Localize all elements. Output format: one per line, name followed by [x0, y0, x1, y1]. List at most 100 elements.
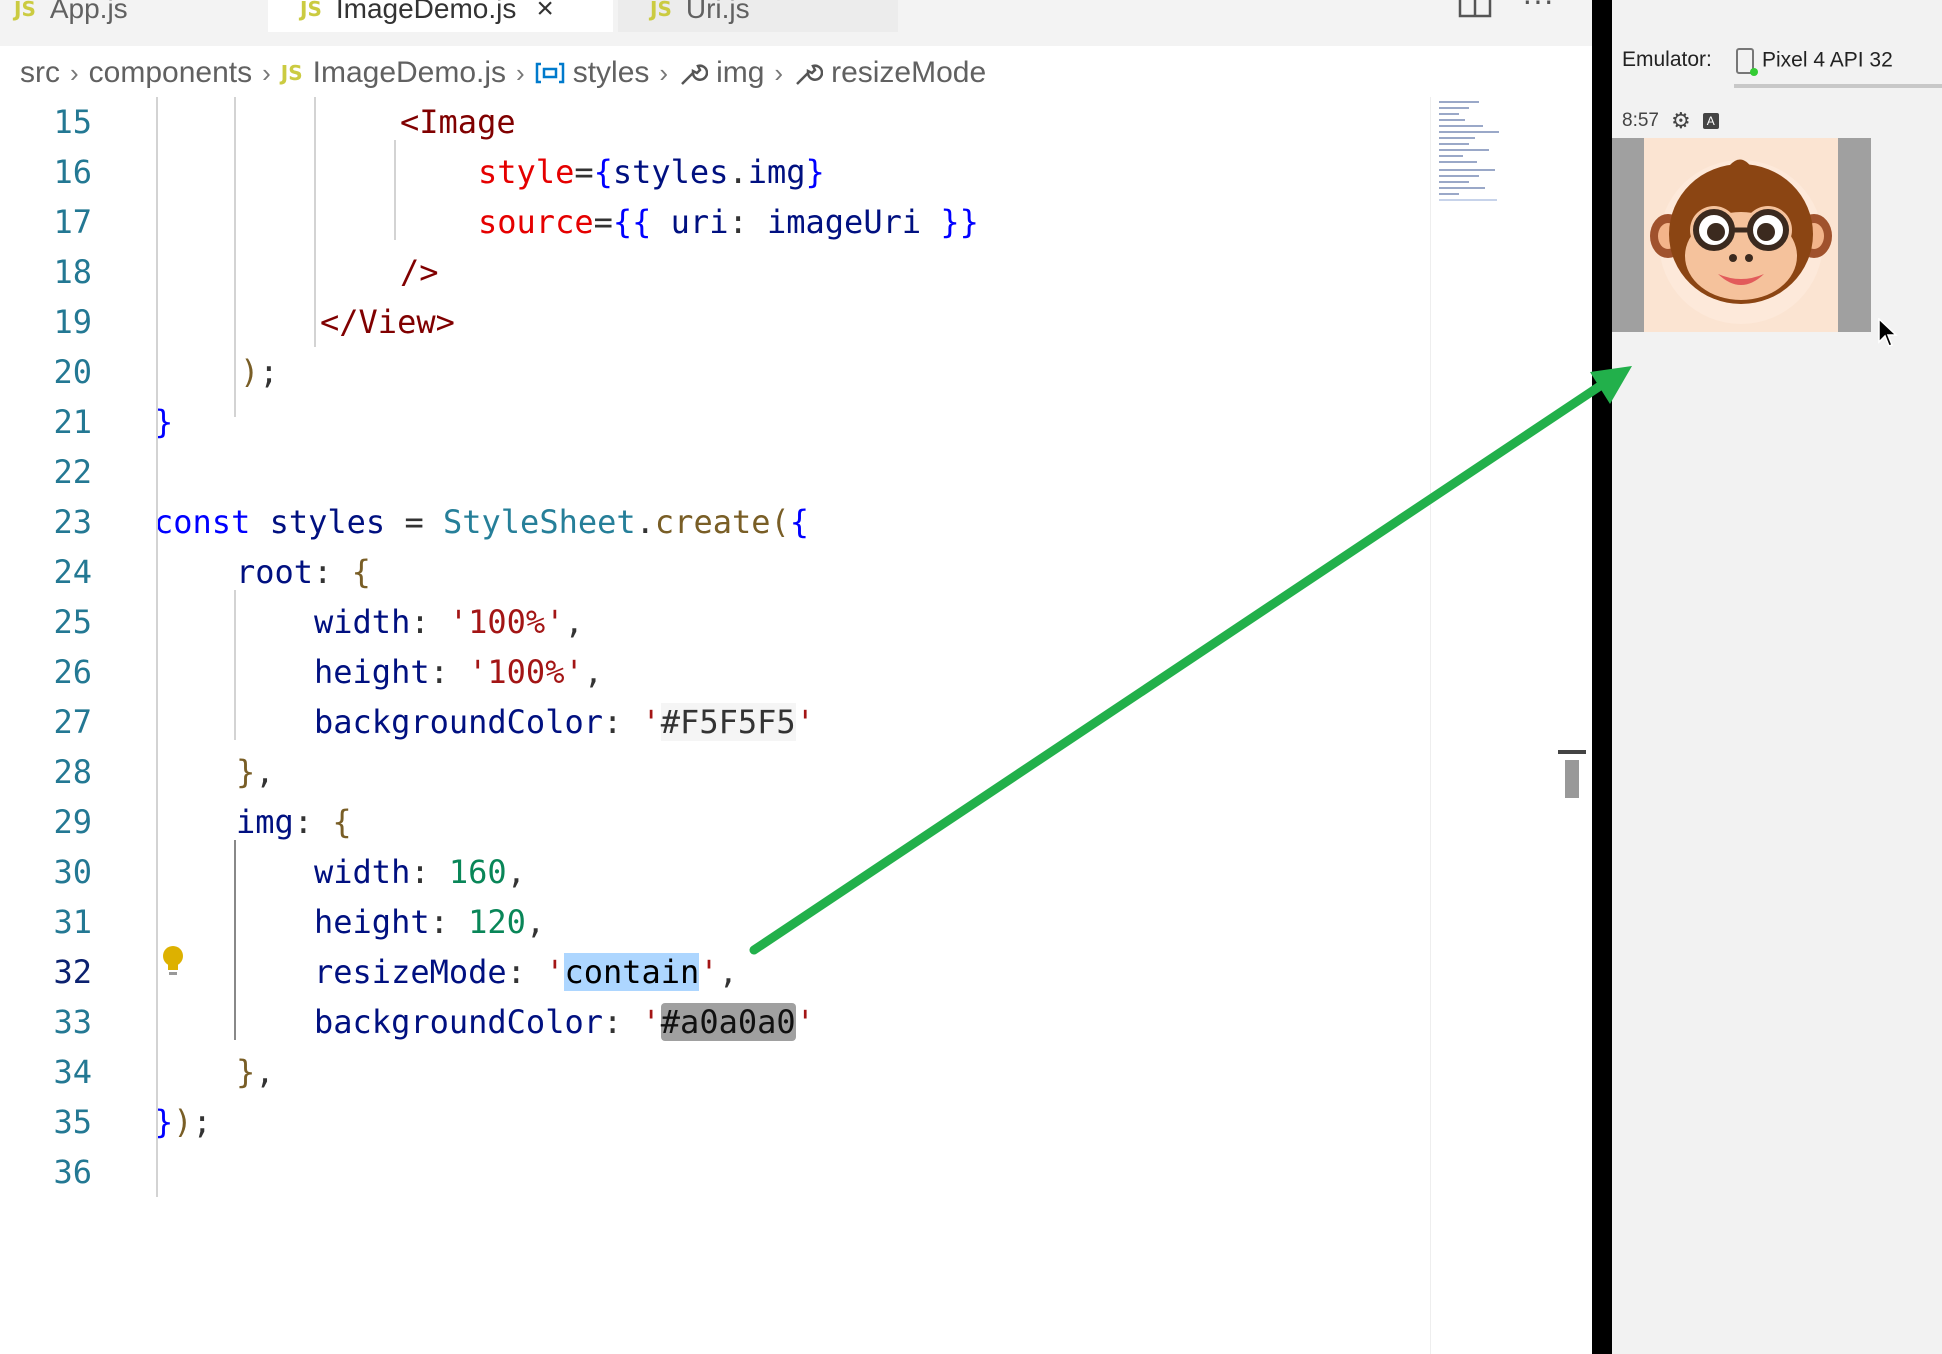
code-line[interactable]: 27 backgroundColor: '#F5F5F5' [0, 697, 1430, 747]
code-text: const styles = StyleSheet.create({ [154, 497, 809, 547]
minimap[interactable] [1430, 97, 1559, 1354]
code-line[interactable]: 36 [0, 1147, 1430, 1197]
indent-guide [156, 97, 158, 1197]
code-token: '100%' [448, 603, 565, 641]
code-token: { [593, 153, 613, 191]
code-line[interactable]: 20); [0, 347, 1430, 397]
code-lines[interactable]: 15 <Image 16 style={styles.img} 17 source={{ … [0, 97, 1430, 1354]
code-line[interactable]: 31 height: 120, [0, 897, 1430, 947]
indent-guide [234, 590, 236, 740]
code-token: , [506, 853, 526, 891]
code-text: }); [154, 1097, 212, 1147]
code-token: : [602, 703, 642, 741]
breadcrumb-item-file[interactable]: ImageDemo.js [313, 56, 506, 90]
tab-app-js[interactable]: JS App.js [0, 0, 265, 32]
code-line[interactable]: 34}, [0, 1047, 1430, 1097]
code-line[interactable]: 29 img: { [0, 797, 1430, 847]
code-token: , [255, 753, 275, 791]
code-token: : [429, 903, 469, 941]
line-number: 35 [53, 1103, 92, 1141]
code-editor: JS App.js JS ImageDemo.js × JS Uri.js ··… [0, 0, 1592, 1354]
code-text: height: '100%', [314, 647, 603, 697]
breadcrumb-item-components[interactable]: components [89, 56, 252, 90]
breadcrumb-item-resizemode[interactable]: resizeMode [831, 56, 986, 90]
line-number: 17 [53, 203, 92, 241]
editor-scrollbar[interactable] [1558, 97, 1590, 1354]
line-number: 18 [53, 253, 92, 291]
code-token: : [410, 853, 449, 891]
panel-divider[interactable] [1592, 0, 1612, 1354]
code-line[interactable]: 35}); [0, 1097, 1430, 1147]
breadcrumb-item-img[interactable]: img [716, 56, 764, 90]
code-token: const [154, 503, 251, 541]
more-actions-icon[interactable]: ··· [1522, 0, 1554, 19]
code-text: style={styles.img} [478, 147, 825, 197]
code-token: imageUri [766, 203, 922, 241]
chevron-right-icon: › [262, 57, 271, 88]
indent-guide [234, 97, 236, 417]
code-token: width [314, 853, 411, 891]
code-line[interactable]: 18 /> [0, 247, 1430, 297]
code-text: width: 160, [314, 847, 526, 897]
tab-label: Uri.js [685, 0, 750, 24]
line-number: 15 [53, 103, 92, 141]
code-line[interactable]: 26 height: '100%', [0, 647, 1430, 697]
code-token: style [478, 153, 575, 191]
code-token: . [635, 503, 655, 541]
code-line[interactable]: 15 <Image [0, 97, 1430, 147]
code-token: : [429, 653, 469, 691]
code-token: ) [240, 353, 260, 391]
breadcrumb: src › components › JS ImageDemo.js › sty… [0, 50, 1420, 96]
tab-label: App.js [49, 0, 128, 24]
code-token: } [805, 153, 825, 191]
code-token: . [728, 153, 748, 191]
code-line[interactable]: 25 width: '100%', [0, 597, 1430, 647]
emulator-device-tab[interactable]: Pixel 4 API 32 [1736, 48, 1893, 76]
code-line[interactable]: 21} [0, 397, 1430, 447]
line-number: 26 [53, 653, 92, 691]
code-token: { [789, 503, 810, 541]
code-token: = [593, 203, 613, 241]
code-line[interactable]: 30 width: 160, [0, 847, 1430, 897]
breadcrumb-item-styles[interactable]: styles [573, 56, 650, 90]
line-number: 30 [53, 853, 92, 891]
code-text: </View> [320, 297, 455, 347]
code-token: ; [192, 1103, 212, 1141]
code-line[interactable]: 19 </View> [0, 297, 1430, 347]
line-number: 23 [53, 503, 92, 541]
emulator-header: Emulator: Pixel 4 API 32 [1612, 34, 1942, 88]
code-token: root [236, 553, 314, 591]
code-line[interactable]: 22 [0, 447, 1430, 497]
code-line[interactable]: 23 const styles = StyleSheet.create({ [0, 497, 1430, 547]
line-number: 27 [53, 703, 92, 741]
close-icon[interactable]: × [536, 0, 554, 26]
tab-imagedemo-js[interactable]: JS ImageDemo.js × [268, 0, 613, 32]
code-token: img [236, 803, 294, 841]
line-number: 33 [53, 1003, 92, 1041]
js-file-icon: JS [300, 0, 322, 21]
code-line[interactable]: 33 backgroundColor: '#a0a0a0' [0, 997, 1430, 1047]
code-line[interactable]: 24 root: { [0, 547, 1430, 597]
code-token: ) [173, 1103, 193, 1141]
line-number: 24 [53, 553, 92, 591]
code-line[interactable]: 32 resizeMode: 'contain', [0, 947, 1430, 997]
indent-guide-active [234, 840, 236, 1040]
code-line[interactable]: 16 style={styles.img} [0, 147, 1430, 197]
breadcrumb-item-src[interactable]: src [20, 56, 60, 90]
code-text: backgroundColor: '#a0a0a0' [314, 997, 815, 1047]
code-line[interactable]: 28}, [0, 747, 1430, 797]
code-token: : [602, 1003, 642, 1041]
split-editor-icon[interactable] [1458, 0, 1492, 18]
code-token: , [718, 953, 738, 991]
lightbulb-icon[interactable] [160, 944, 186, 978]
code-token: = [574, 153, 594, 191]
code-token: styles [612, 153, 729, 191]
code-line[interactable]: 17 source={{ uri: imageUri }} [0, 197, 1430, 247]
line-number: 28 [53, 753, 92, 791]
tab-uri-js[interactable]: JS Uri.js [618, 0, 898, 32]
gear-icon: ⚙ [1670, 108, 1691, 133]
code-token: '100%' [468, 653, 584, 691]
scroll-thumb[interactable] [1565, 760, 1579, 798]
